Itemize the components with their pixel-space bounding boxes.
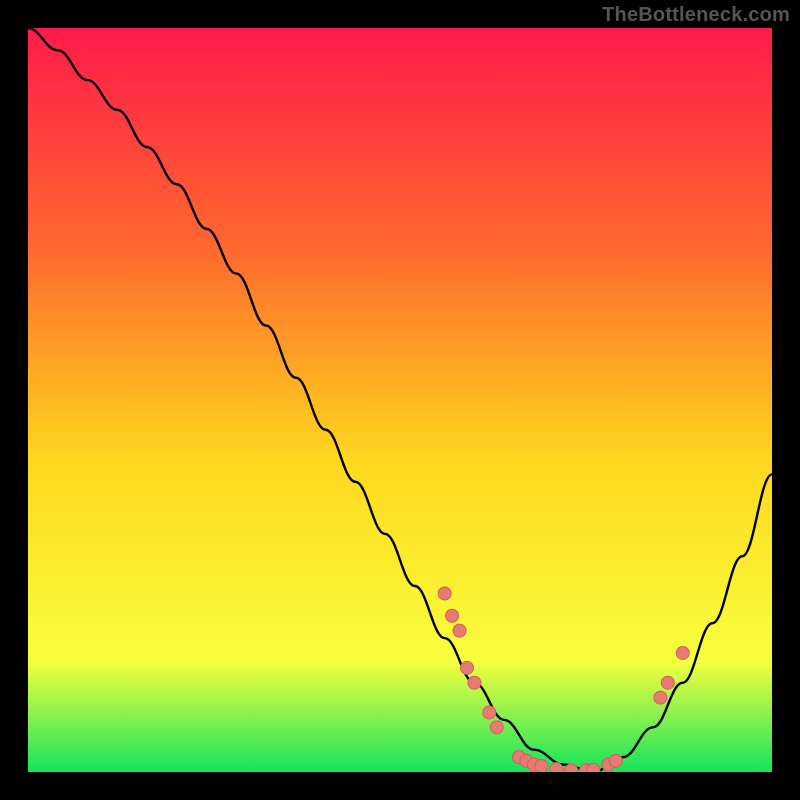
data-marker [438,587,451,600]
data-marker [446,609,459,622]
data-marker [460,661,473,674]
plot-area [28,28,772,772]
data-marker [453,624,466,637]
data-marker [490,721,503,734]
data-marker [550,763,563,772]
data-marker [676,646,689,659]
data-marker [565,764,578,772]
data-marker [468,676,481,689]
data-marker [483,706,496,719]
data-marker [535,760,548,772]
data-marker [661,676,674,689]
watermark-text: TheBottleneck.com [602,4,790,27]
chart-container: TheBottleneck.com [0,0,800,800]
data-marker [587,763,600,772]
data-marker [609,754,622,767]
data-marker [654,691,667,704]
chart-svg [28,28,772,772]
gradient-background [28,28,772,772]
